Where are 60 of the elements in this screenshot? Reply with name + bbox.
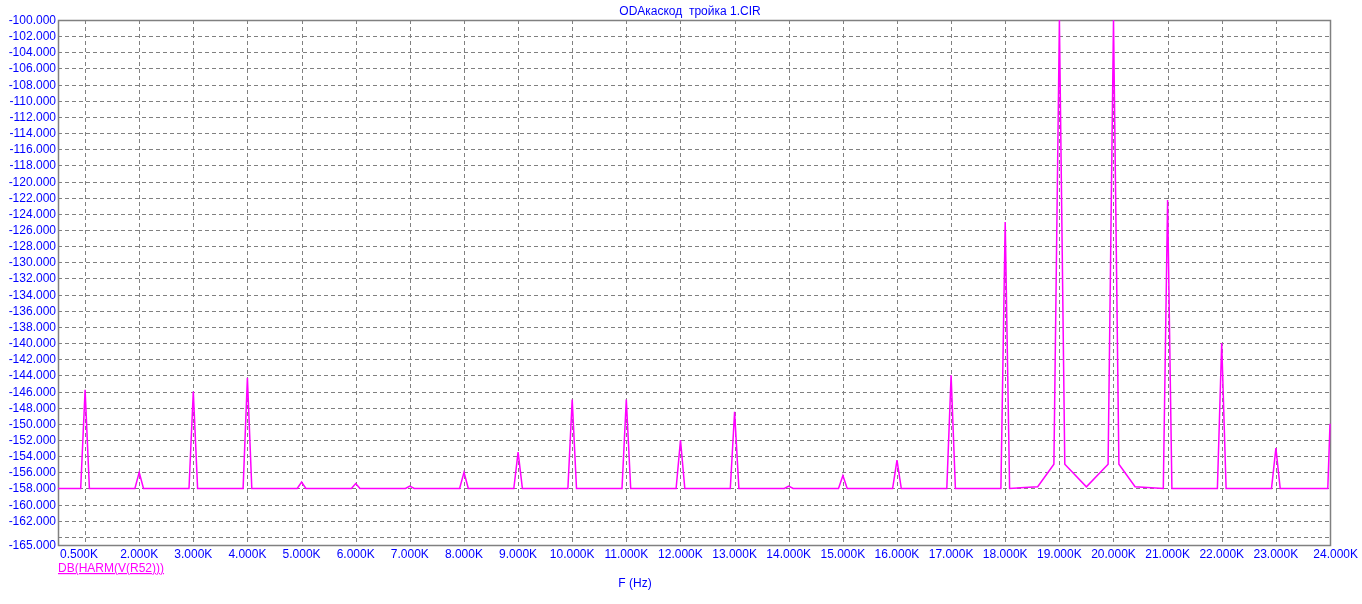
y-tick-label: -165.000 <box>8 538 56 552</box>
x-tick-label: 15.000K <box>820 547 866 561</box>
x-axis-label: F (Hz) <box>618 576 652 590</box>
x-tick-label: 3.000K <box>174 547 213 561</box>
y-tick-label: -108.000 <box>8 77 56 92</box>
x-tick-label: 9.000K <box>499 547 538 561</box>
x-tick-label: 5.000K <box>282 547 321 561</box>
y-tick-label: -114.000 <box>9 126 56 141</box>
y-tick-label: -122.000 <box>8 190 56 205</box>
x-tick-label: 4.000K <box>228 547 267 561</box>
y-tick-label: -126.000 <box>8 223 56 237</box>
y-tick-label: -156.000 <box>8 465 56 480</box>
y-tick-label: -106.000 <box>8 61 56 76</box>
x-tick-label: 23.000K <box>1253 547 1299 561</box>
x-tick-label: 21.000K <box>1145 547 1190 561</box>
y-tick-label: -144.000 <box>8 368 56 383</box>
y-tick-label: -100.000 <box>8 13 56 27</box>
y-tick-label: -150.000 <box>8 416 56 431</box>
y-tick-label: -118.000 <box>9 158 56 173</box>
y-tick-label: -138.000 <box>8 319 56 334</box>
y-tick-label: -162.000 <box>8 513 56 528</box>
x-tick-label: 13.000K <box>712 547 757 561</box>
legend-label: DB(HARM(V(R52))) <box>58 561 164 575</box>
x-tick-label: 24.000K <box>1313 547 1358 561</box>
x-tick-label: 10.000K <box>549 547 595 561</box>
x-tick-label: 8.000K <box>444 547 483 561</box>
x-tick-label: 12.000K <box>658 547 703 561</box>
x-tick-label: 20.000K <box>1091 547 1136 561</box>
y-tick-label: -128.000 <box>8 239 56 254</box>
x-tick-label: 0.500K <box>60 547 99 561</box>
x-tick-label: 18.000K <box>982 547 1028 561</box>
chart-title: ODAкаскод тройка 1.CIR <box>619 4 761 18</box>
x-tick-label: 6.000K <box>336 547 375 561</box>
y-tick-label: -130.000 <box>8 255 56 270</box>
y-tick-label: -160.000 <box>8 497 56 512</box>
y-tick-label: -102.000 <box>8 29 56 44</box>
y-tick-label: -158.000 <box>8 481 56 496</box>
y-tick-label: -132.000 <box>8 271 56 286</box>
y-tick-label: -110.000 <box>9 93 56 108</box>
y-tick-label: -112.000 <box>9 109 56 124</box>
x-tick-label: 19.000K <box>1037 547 1082 561</box>
y-tick-label: -134.000 <box>8 287 56 302</box>
y-tick-label: -142.000 <box>8 352 56 367</box>
x-tick-label: 16.000K <box>874 547 920 561</box>
y-tick-label: -152.000 <box>8 433 56 447</box>
y-tick-label: -120.000 <box>8 174 56 189</box>
x-tick-label: 22.000K <box>1199 547 1245 561</box>
y-tick-label: -104.000 <box>8 45 56 60</box>
y-tick-label: -146.000 <box>8 384 56 399</box>
x-tick-label: 14.000K <box>766 547 812 561</box>
y-tick-label: -124.000 <box>8 206 56 221</box>
y-tick-label: -140.000 <box>8 336 56 351</box>
y-tick-label: -148.000 <box>8 400 56 415</box>
y-tick-label: -116.000 <box>9 142 56 157</box>
x-tick-label: 17.000K <box>928 547 974 561</box>
y-tick-label: -154.000 <box>8 449 56 464</box>
y-tick-label: -136.000 <box>8 303 56 318</box>
x-tick-label: 2.000K <box>120 547 159 561</box>
x-tick-label: 11.000K <box>604 547 649 561</box>
x-tick-label: 7.000K <box>390 547 429 561</box>
